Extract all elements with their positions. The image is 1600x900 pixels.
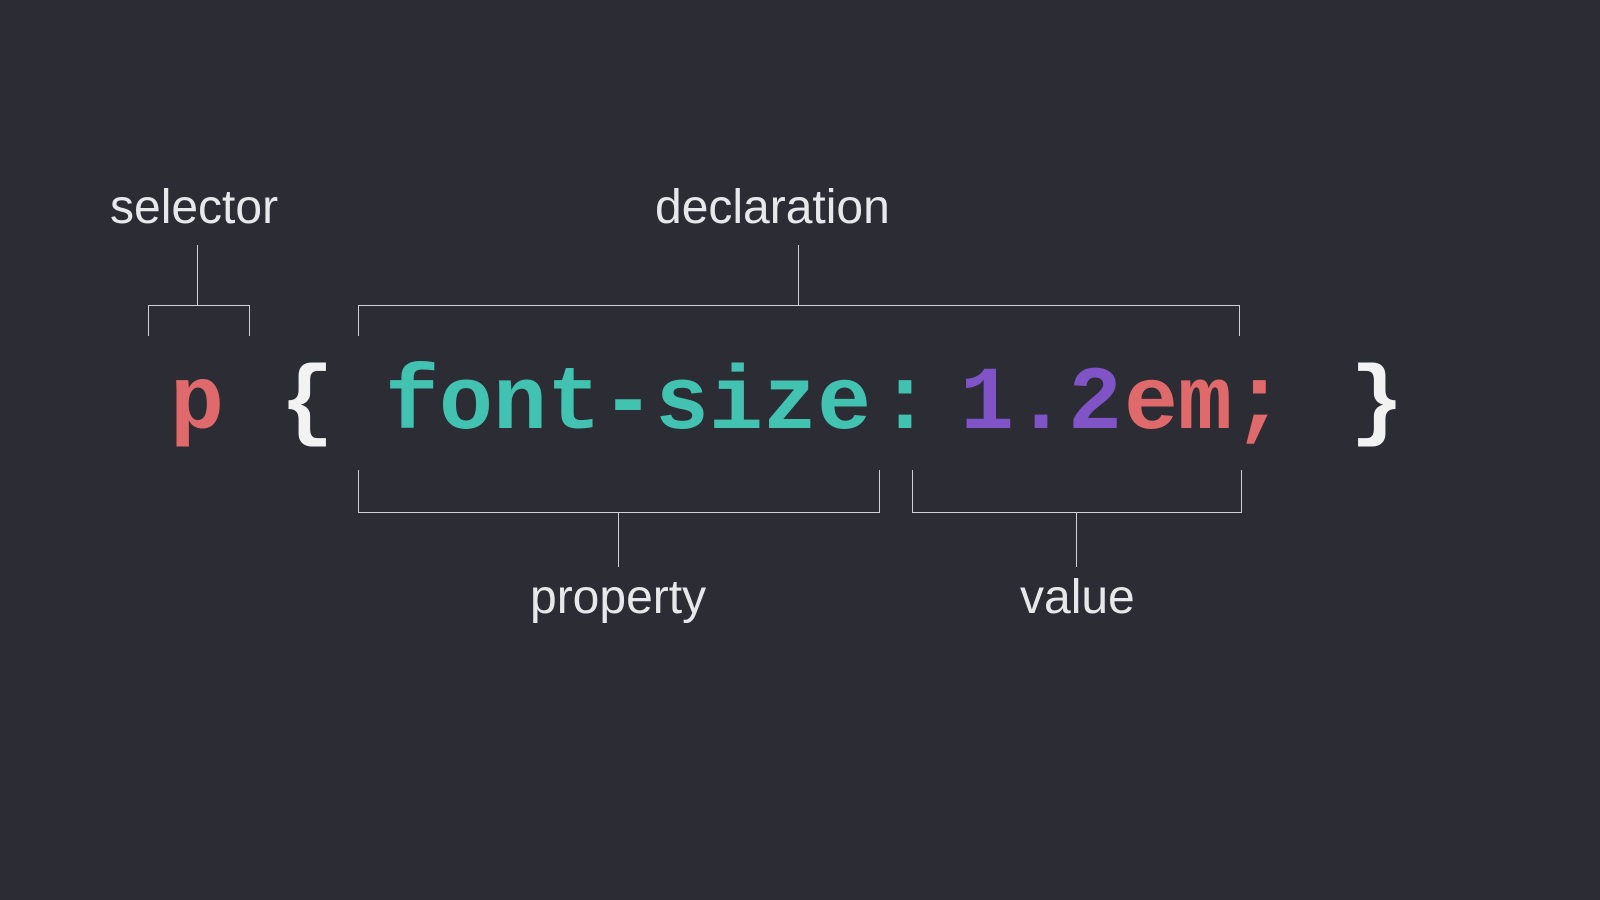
stem-value (1076, 512, 1077, 567)
code-close-brace: } (1350, 360, 1404, 450)
bracket-value (912, 470, 1242, 513)
code-open-brace: { (280, 360, 334, 450)
code-selector: p (170, 360, 224, 450)
stem-selector (197, 245, 198, 305)
stem-declaration (798, 245, 799, 305)
code-property: font-size (385, 360, 871, 450)
bracket-declaration (358, 305, 1240, 336)
label-selector: selector (110, 180, 278, 235)
code-semicolon: ; (1232, 360, 1286, 450)
stem-property (618, 512, 619, 567)
label-property: property (530, 570, 706, 625)
code-value-number: 1.2 (960, 360, 1122, 450)
label-value: value (1020, 570, 1135, 625)
code-value-unit: em (1124, 360, 1232, 450)
bracket-property (358, 470, 880, 513)
label-declaration: declaration (655, 180, 890, 235)
css-anatomy-diagram: selector declaration p { font-size : 1.2… (0, 0, 1600, 900)
code-colon: : (878, 360, 932, 450)
bracket-selector (148, 305, 250, 336)
